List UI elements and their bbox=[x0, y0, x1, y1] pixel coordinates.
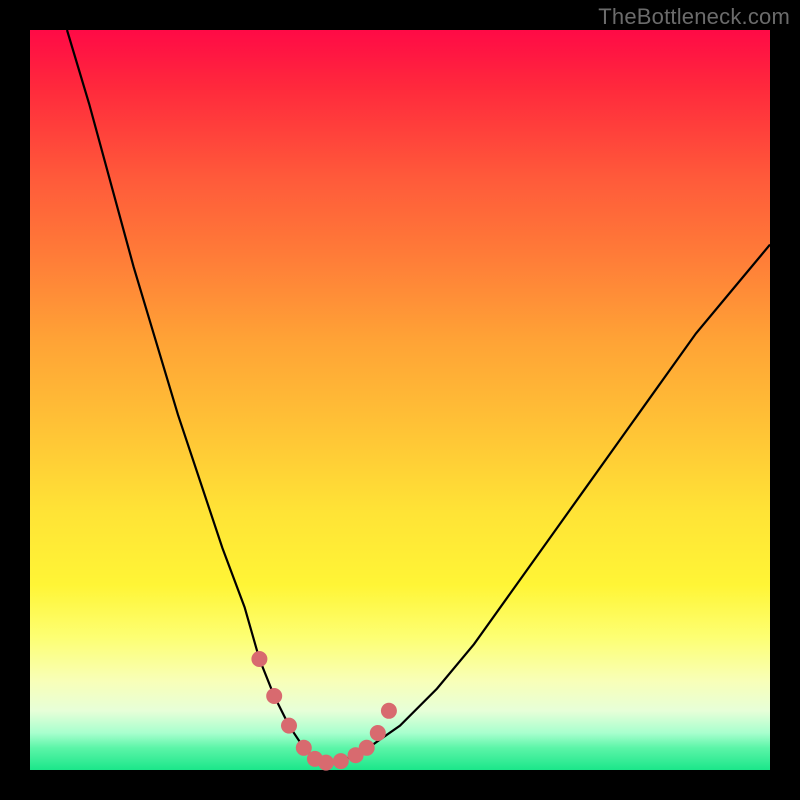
marker-point bbox=[281, 718, 297, 734]
highlight-markers bbox=[251, 651, 397, 771]
chart-svg bbox=[30, 30, 770, 770]
marker-point bbox=[266, 688, 282, 704]
plot-area bbox=[30, 30, 770, 770]
marker-point bbox=[381, 703, 397, 719]
bottleneck-curve bbox=[67, 30, 770, 763]
marker-point bbox=[251, 651, 267, 667]
marker-point bbox=[318, 755, 334, 771]
marker-point bbox=[370, 725, 386, 741]
marker-point bbox=[359, 740, 375, 756]
chart-frame: TheBottleneck.com bbox=[0, 0, 800, 800]
marker-point bbox=[333, 753, 349, 769]
watermark-text: TheBottleneck.com bbox=[598, 4, 790, 30]
